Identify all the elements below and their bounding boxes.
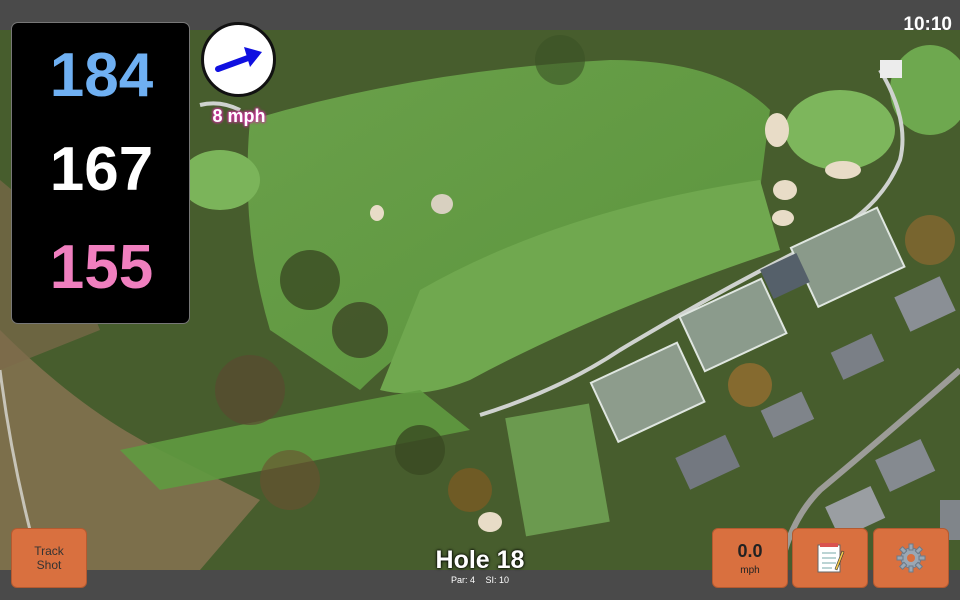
gear-icon bbox=[896, 543, 926, 573]
hole-meta: Par: 4 SI: 10 bbox=[380, 575, 580, 585]
notes-button[interactable] bbox=[792, 528, 868, 588]
distance-front: 155 bbox=[49, 233, 154, 302]
clock: 10:10 bbox=[903, 14, 952, 35]
speed-button[interactable]: 0.0 mph bbox=[712, 528, 788, 588]
distance-back: 184 bbox=[49, 41, 154, 110]
distance-middle: 167 bbox=[49, 135, 154, 204]
track-shot-label-line2: Shot bbox=[36, 558, 62, 572]
notepad-icon bbox=[817, 543, 845, 573]
distance-panel: 184 167 155 bbox=[11, 22, 190, 324]
hole-par: Par: 4 bbox=[450, 575, 475, 585]
hole-title: Hole 18 bbox=[435, 546, 525, 574]
track-shot-label-line1: Track bbox=[34, 544, 64, 558]
hole-info: Hole 18 Par: 4 SI: 10 bbox=[380, 546, 580, 586]
wind-speed: 8 mph bbox=[212, 106, 266, 126]
settings-button[interactable] bbox=[873, 528, 949, 588]
speed-unit: mph bbox=[740, 564, 760, 576]
hole-stroke-index: SI: 10 bbox=[485, 575, 510, 585]
speed-value: 0.0 bbox=[737, 540, 763, 561]
arrow-icon bbox=[215, 47, 262, 72]
wind-dial bbox=[201, 22, 276, 97]
track-shot-button[interactable]: Track Shot bbox=[11, 528, 87, 588]
